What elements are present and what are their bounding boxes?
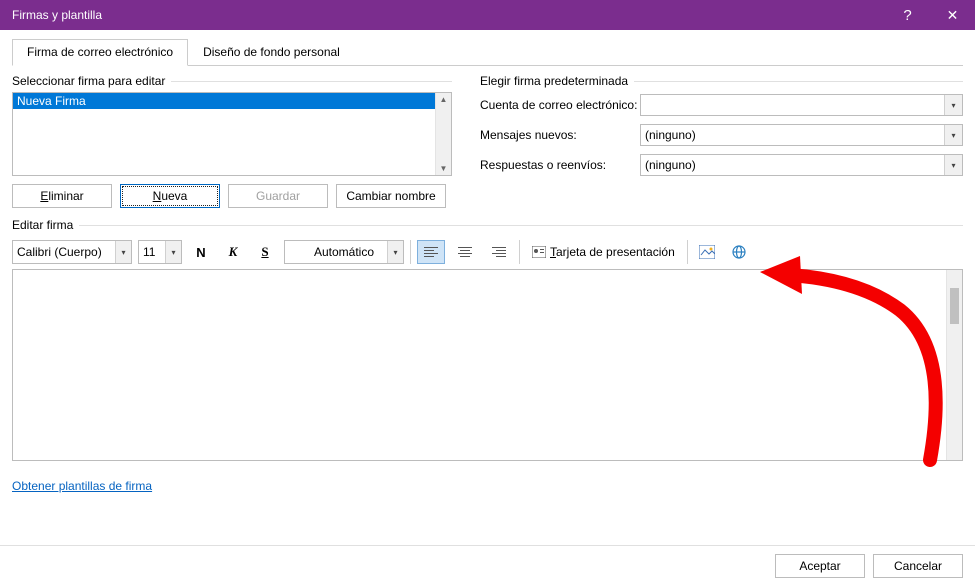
title-bar: Firmas y plantilla ? ✕ <box>0 0 975 30</box>
dialog-footer: Aceptar Cancelar <box>0 545 975 585</box>
window-title: Firmas y plantilla <box>12 8 885 22</box>
tab-stationery[interactable]: Diseño de fondo personal <box>188 39 355 66</box>
chevron-down-icon: ▾ <box>115 241 131 263</box>
insert-hyperlink-button[interactable] <box>726 240 752 264</box>
tab-strip: Firma de correo electrónico Diseño de fo… <box>12 38 963 66</box>
new-messages-combo[interactable]: (ninguno)▾ <box>640 124 963 146</box>
rename-button[interactable]: Cambiar nombre <box>336 184 446 208</box>
font-color-select[interactable]: Automático▾ <box>284 240 404 264</box>
ok-button[interactable]: Aceptar <box>775 554 865 578</box>
chevron-down-icon: ▾ <box>165 241 181 263</box>
account-combo[interactable]: ▾ <box>640 94 963 116</box>
business-card-icon <box>532 246 546 258</box>
account-label: Cuenta de correo electrónico: <box>480 98 640 112</box>
chevron-down-icon: ▾ <box>944 155 962 175</box>
insert-image-button[interactable] <box>694 240 720 264</box>
new-button[interactable]: Nueva <box>120 184 220 208</box>
bold-button[interactable]: N <box>188 240 214 264</box>
toolbar-separator <box>687 240 688 264</box>
italic-button[interactable]: K <box>220 240 246 264</box>
chevron-down-icon: ▾ <box>944 125 962 145</box>
image-icon <box>699 245 715 259</box>
align-center-button[interactable] <box>451 240 479 264</box>
toolbar-separator <box>519 240 520 264</box>
new-messages-label: Mensajes nuevos: <box>480 128 640 142</box>
chevron-down-icon: ▾ <box>387 241 403 263</box>
font-size-select[interactable]: 11▾ <box>138 240 182 264</box>
signature-listbox[interactable]: Nueva Firma ▲▼ <box>12 92 452 176</box>
help-button[interactable]: ? <box>885 0 930 30</box>
signature-editor[interactable] <box>12 269 963 461</box>
listbox-scrollbar[interactable]: ▲▼ <box>435 93 451 175</box>
save-button: Guardar <box>228 184 328 208</box>
list-item[interactable]: Nueva Firma <box>13 93 435 109</box>
cancel-button[interactable]: Cancelar <box>873 554 963 578</box>
align-left-button[interactable] <box>417 240 445 264</box>
tab-email-signature[interactable]: Firma de correo electrónico <box>12 39 188 66</box>
replies-label: Respuestas o reenvíos: <box>480 158 640 172</box>
chevron-down-icon: ▾ <box>944 95 962 115</box>
font-select[interactable]: Calibri (Cuerpo)▾ <box>12 240 132 264</box>
underline-button[interactable]: S <box>252 240 278 264</box>
replies-combo[interactable]: (ninguno)▾ <box>640 154 963 176</box>
delete-button[interactable]: Eliminar <box>12 184 112 208</box>
get-templates-link[interactable]: Obtener plantillas de firma <box>12 479 152 493</box>
align-right-button[interactable] <box>485 240 513 264</box>
close-button[interactable]: ✕ <box>930 0 975 30</box>
editor-scrollbar[interactable] <box>946 270 962 460</box>
link-icon <box>731 244 747 260</box>
toolbar-separator <box>410 240 411 264</box>
default-signature-label: Elegir firma predeterminada <box>480 74 963 88</box>
business-card-button[interactable]: Tarjeta de presentación <box>526 240 681 264</box>
edit-signature-label: Editar firma <box>12 218 963 232</box>
editor-toolbar: Calibri (Cuerpo)▾ 11▾ N K S Automático▾ … <box>12 240 963 264</box>
select-signature-label: Seleccionar firma para editar <box>12 74 452 88</box>
